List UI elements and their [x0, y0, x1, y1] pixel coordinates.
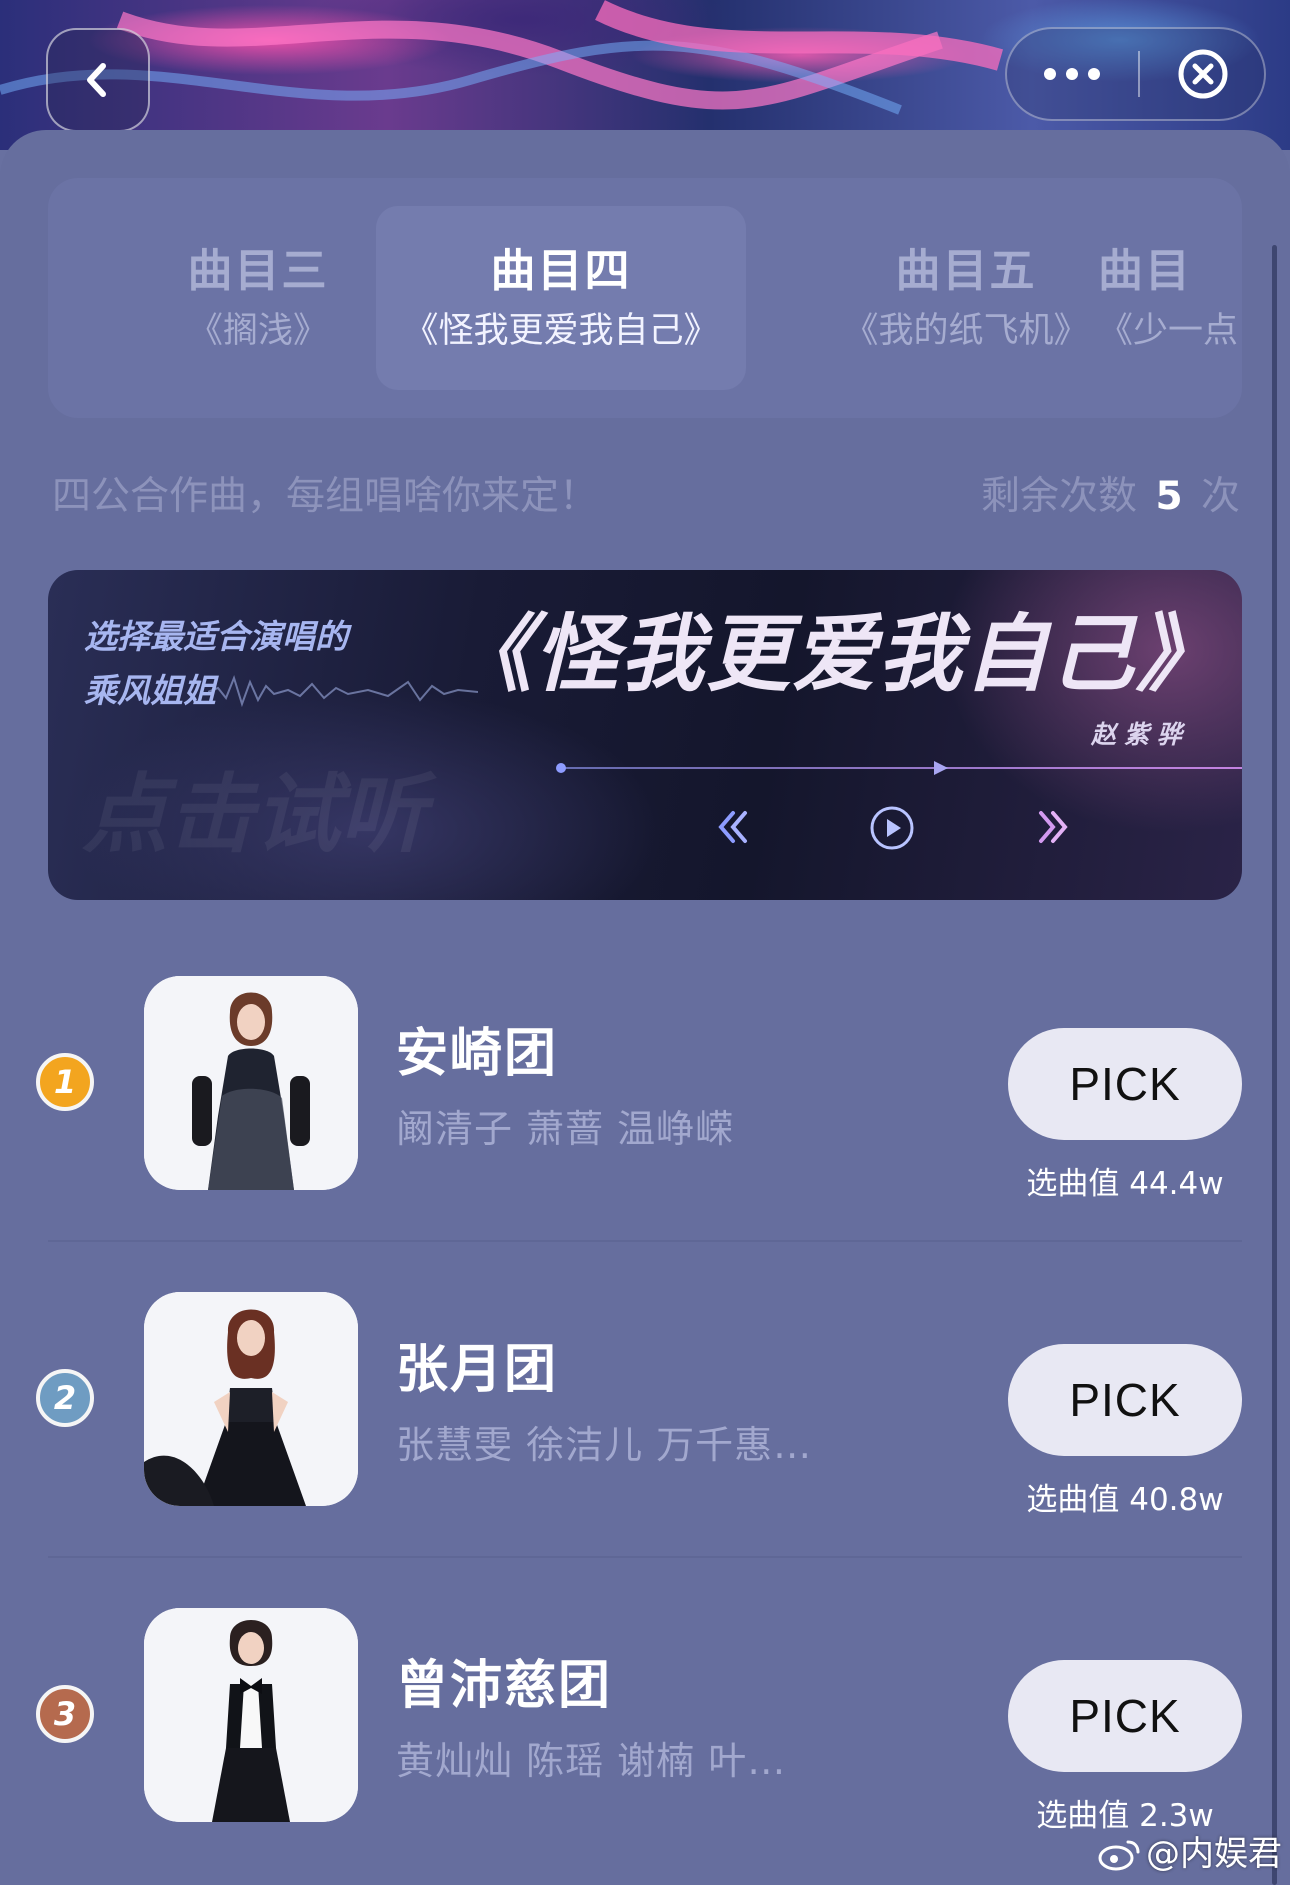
ranking-row: 3 曾沛慈团 黄灿灿 陈瑶 谢楠 叶… PICK 选曲值 2.3w	[0, 1598, 1290, 1858]
tab-song-5[interactable]: 曲目五 《我的纸飞机》	[786, 206, 1146, 390]
pick-button[interactable]: PICK	[1008, 1660, 1242, 1772]
score-label: 选曲值	[1036, 1798, 1130, 1834]
pick-button[interactable]: PICK	[1008, 1028, 1242, 1140]
tab-subtitle: 《少一点	[1098, 311, 1239, 351]
row-divider	[48, 1240, 1242, 1242]
banner-artist: 赵紫骅	[1090, 720, 1190, 749]
performer-photo	[144, 976, 358, 1190]
more-button[interactable]	[1007, 29, 1137, 119]
tab-song-6[interactable]: 曲目 《少一点	[1098, 206, 1242, 390]
remaining-votes: 剩余次数 5 次	[981, 470, 1240, 524]
double-chevron-left-icon	[718, 811, 747, 843]
progress-start-dot	[556, 763, 566, 773]
remaining-count: 5	[1155, 474, 1183, 519]
playback-progress-track[interactable]	[560, 767, 1242, 769]
remaining-unit: 次	[1200, 474, 1240, 519]
group-avatar	[144, 976, 358, 1190]
score-value: 选曲值 44.4w	[1000, 1162, 1250, 1206]
tab-song-3[interactable]: 曲目三 《搁浅》	[108, 206, 408, 390]
tab-song-4[interactable]: 曲目四 《怪我更爱我自己》	[376, 206, 746, 390]
performer-photo	[144, 1608, 358, 1822]
group-members: 张慧雯 徐洁儿 万千惠…	[396, 1423, 813, 1467]
score-label: 选曲值	[1026, 1166, 1120, 1202]
rank-badge: 3	[36, 1685, 94, 1743]
group-name: 曾沛慈团	[396, 1656, 613, 1716]
banner-prompt-line1: 选择最适合演唱的	[84, 617, 348, 656]
watermark-text: @内娱君	[1146, 1834, 1282, 1874]
song-tabs: 曲目三 《搁浅》 曲目四 《怪我更爱我自己》 曲目五 《我的纸飞机》 曲目 《少…	[48, 178, 1242, 418]
ranking-row: 1 安崎团 阚清子 萧蔷 温峥嵘 PICK 选曲值 44.4w	[0, 966, 1290, 1226]
rank-badge: 2	[36, 1369, 94, 1427]
group-avatar	[144, 1608, 358, 1822]
pick-button[interactable]: PICK	[1008, 1344, 1242, 1456]
score-number: 40.8w	[1129, 1482, 1224, 1518]
progress-playhead[interactable]	[934, 761, 948, 775]
tab-title: 曲目四	[490, 244, 632, 297]
previous-button[interactable]	[708, 802, 758, 852]
listen-watermark: 点击试听	[82, 764, 426, 865]
tab-title: 曲目三	[187, 244, 329, 297]
score-label: 选曲值	[1026, 1482, 1120, 1518]
score-number: 2.3w	[1139, 1798, 1214, 1834]
song-preview-banner[interactable]: 点击试听 选择最适合演唱的 乘风姐姐 《怪我更爱我自己》 赵紫骅	[48, 570, 1242, 900]
group-name: 安崎团	[396, 1024, 559, 1084]
group-avatar	[144, 1292, 358, 1506]
performer-photo	[144, 1292, 358, 1506]
rank-badge: 1	[36, 1053, 94, 1111]
group-members: 黄灿灿 陈瑶 谢楠 叶…	[396, 1739, 787, 1783]
ranking-row: 2 张月团 张慧雯 徐洁儿 万千惠… PICK 选曲值 40.8w	[0, 1282, 1290, 1542]
group-members: 阚清子 萧蔷 温峥嵘	[396, 1107, 735, 1151]
next-button[interactable]	[1028, 802, 1078, 852]
tab-subtitle: 《怪我更爱我自己》	[403, 311, 719, 351]
mini-program-capsule	[1005, 27, 1266, 121]
tab-subtitle: 《搁浅》	[187, 311, 328, 351]
tab-subtitle: 《我的纸飞机》	[843, 311, 1089, 351]
more-dots-icon	[1044, 68, 1100, 80]
close-button[interactable]	[1140, 29, 1266, 119]
tab-title: 曲目五	[895, 244, 1037, 297]
weibo-icon	[1098, 1840, 1140, 1871]
remaining-label: 剩余次数	[981, 474, 1138, 519]
back-button[interactable]	[46, 28, 150, 132]
weibo-watermark: @内娱君	[1098, 1832, 1282, 1876]
close-circle-icon	[1178, 49, 1228, 99]
sound-wave-icon	[208, 674, 478, 708]
score-value: 选曲值 40.8w	[1000, 1478, 1250, 1522]
play-button[interactable]	[866, 802, 918, 854]
row-divider	[48, 1556, 1242, 1558]
play-circle-icon	[870, 806, 914, 850]
chevron-left-icon	[87, 63, 106, 97]
score-number: 44.4w	[1129, 1166, 1224, 1202]
tab-title: 曲目	[1098, 244, 1193, 297]
group-name: 张月团	[396, 1340, 559, 1400]
double-chevron-right-icon	[1039, 811, 1068, 843]
banner-song-title: 《怪我更爱我自己》	[447, 604, 1222, 703]
vote-description: 四公合作曲，每组唱啥你来定！	[52, 474, 599, 519]
